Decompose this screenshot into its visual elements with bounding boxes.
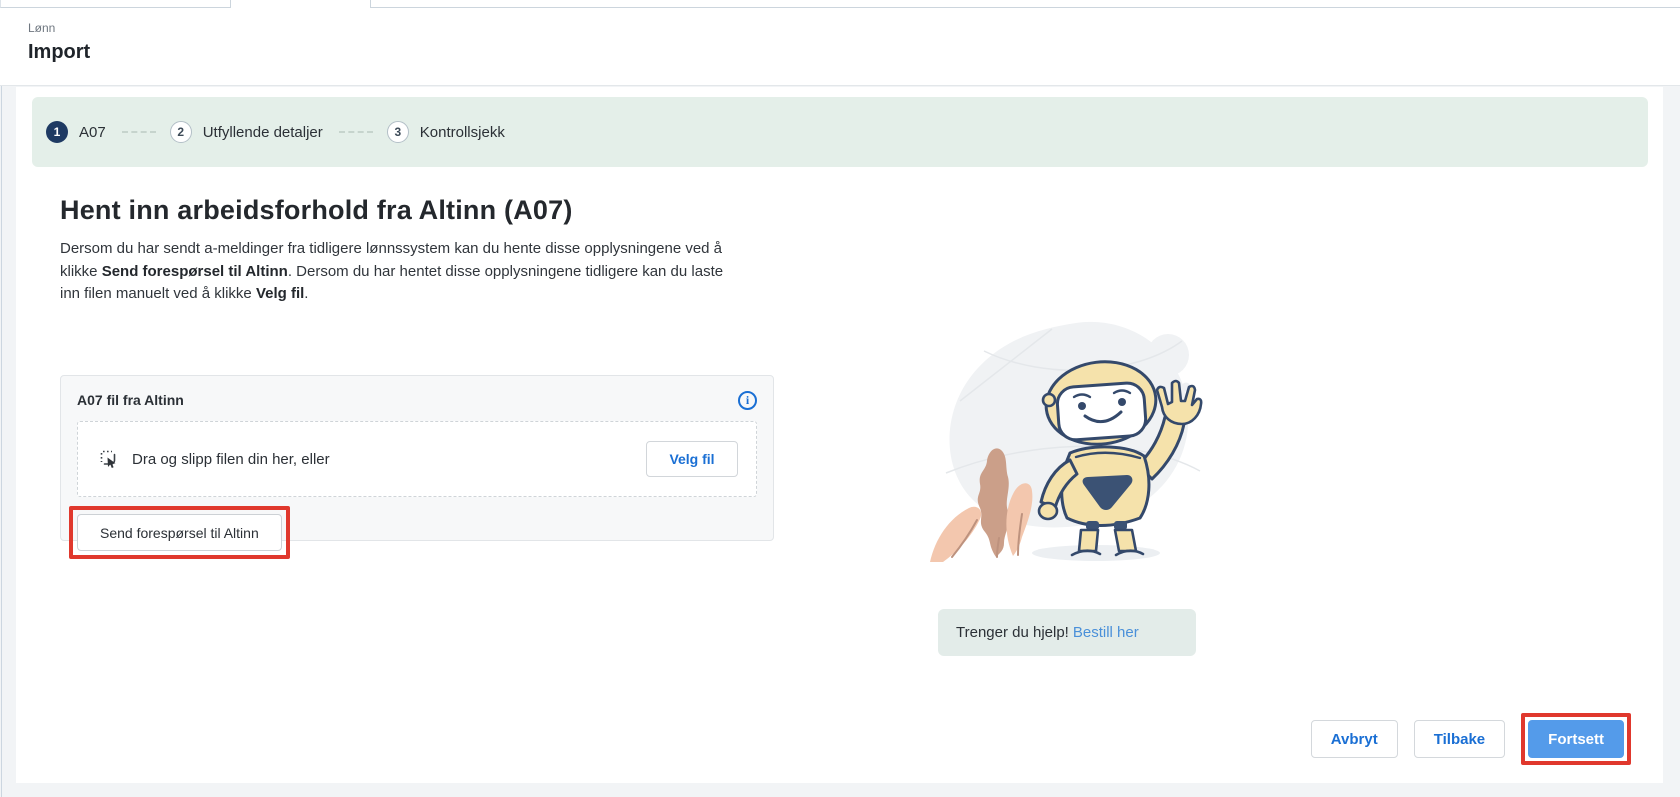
- window-left-edge: [1, 8, 2, 797]
- continue-button[interactable]: Fortsett: [1528, 720, 1624, 758]
- file-dropzone[interactable]: Dra og slipp filen din her, eller Velg f…: [77, 421, 757, 497]
- stepper-connector: [339, 131, 373, 133]
- wizard-footer: Avbryt Tilbake Fortsett: [1311, 713, 1631, 765]
- wizard-stepper: 1 A07 2 Utfyllende detaljer 3 Kontrollsj…: [32, 97, 1648, 167]
- paragraph-text: .: [304, 285, 308, 302]
- paragraph-bold-send: Send forespørsel til Altinn: [102, 263, 288, 280]
- drag-drop-icon: [98, 448, 120, 470]
- info-icon[interactable]: i: [738, 391, 757, 410]
- browser-tab-inactive[interactable]: [0, 0, 230, 8]
- a07-file-card: A07 fil fra Altinn i Dra og slipp filen …: [60, 375, 774, 541]
- stepper-step-kontrollsjekk[interactable]: 3 Kontrollsjekk: [387, 121, 505, 143]
- cancel-button[interactable]: Avbryt: [1311, 720, 1398, 758]
- main-panel: 1 A07 2 Utfyllende detaljer 3 Kontrollsj…: [16, 87, 1663, 783]
- browser-tab-strip: [0, 0, 1680, 8]
- step-1-circle: 1: [46, 121, 68, 143]
- stepper-step-a07[interactable]: 1 A07: [46, 121, 106, 143]
- annotation-box-continue: Fortsett: [1521, 713, 1631, 765]
- step-2-circle: 2: [170, 121, 192, 143]
- robot-mascot-illustration: [900, 305, 1220, 587]
- card-title: A07 fil fra Altinn: [77, 392, 184, 408]
- stepper-step-detaljer[interactable]: 2 Utfyllende detaljer: [170, 121, 323, 143]
- send-request-button[interactable]: Send forespørsel til Altinn: [77, 514, 282, 551]
- robot-illustration-svg: [900, 305, 1220, 587]
- annotation-box-send-request: Send forespørsel til Altinn: [69, 506, 290, 559]
- intro-paragraph: Dersom du har sendt a-meldinger fra tidl…: [60, 238, 732, 306]
- page-title: Import: [28, 39, 1680, 65]
- browser-tab-active[interactable]: [230, 0, 371, 8]
- back-button[interactable]: Tilbake: [1414, 720, 1505, 758]
- tab-strip-filler: [371, 0, 1680, 8]
- help-text: Trenger du hjelp!: [956, 624, 1069, 641]
- step-2-label: Utfyllende detaljer: [203, 124, 323, 141]
- choose-file-button[interactable]: Velg fil: [646, 441, 738, 477]
- stepper-connector: [122, 131, 156, 133]
- help-order-link[interactable]: Bestill her: [1073, 624, 1139, 641]
- step-3-circle: 3: [387, 121, 409, 143]
- dropzone-label: Dra og slipp filen din her, eller: [132, 451, 646, 468]
- breadcrumb: Lønn: [28, 20, 1680, 36]
- help-banner: Trenger du hjelp! Bestill her: [938, 609, 1196, 656]
- section-heading: Hent inn arbeidsforhold fra Altinn (A07): [60, 195, 573, 226]
- page-header: Lønn Import: [0, 8, 1680, 86]
- step-1-label: A07: [79, 124, 106, 141]
- step-3-label: Kontrollsjekk: [420, 124, 505, 141]
- paragraph-bold-velg: Velg fil: [256, 285, 304, 302]
